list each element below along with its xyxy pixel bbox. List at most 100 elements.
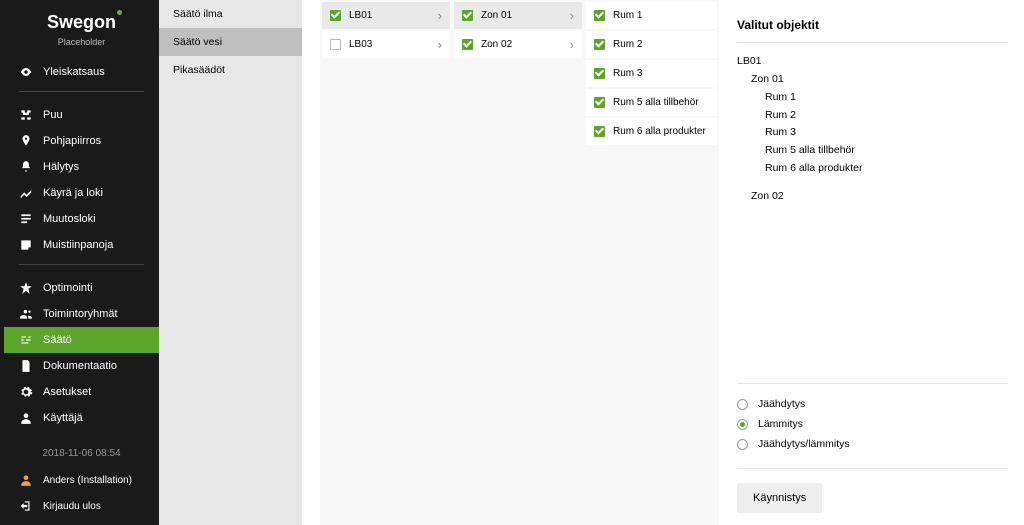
label: Zon 01 — [481, 10, 570, 21]
radio[interactable] — [737, 439, 748, 450]
tree-z02: Zon 02 — [737, 188, 1008, 206]
label: Lämmitys — [758, 418, 803, 430]
row-lb01[interactable]: LB01 › — [322, 2, 450, 29]
label: Rum 5 alla tillbehör — [613, 97, 709, 108]
gap — [302, 0, 320, 525]
menu-muistiinpanoja[interactable]: Muistiinpanoja — [4, 232, 159, 258]
brand-dot-icon — [117, 10, 122, 15]
logout-label: Kirjaudu ulos — [43, 501, 101, 512]
label: Optimointi — [43, 282, 93, 294]
row-rum3[interactable]: Rum 3 — [586, 60, 717, 87]
sub-menu: Säätö ilma Säätö vesi Pikasäädöt — [159, 0, 302, 525]
row-rum1[interactable]: Rum 1 — [586, 2, 717, 29]
column-1: LB01 › LB03 › — [320, 0, 452, 525]
label: Zon 02 — [481, 39, 570, 50]
note-icon — [19, 238, 33, 252]
label: Dokumentaatio — [43, 360, 117, 372]
start-button[interactable]: Käynnistys — [737, 483, 822, 513]
checkbox[interactable] — [330, 10, 341, 21]
bell-icon — [19, 160, 33, 174]
menu-puu[interactable]: Puu — [4, 102, 159, 128]
logout[interactable]: Kirjaudu ulos — [4, 493, 159, 519]
tree-r6: Rum 6 alla produkter — [737, 160, 1008, 178]
selected-tree: LB01 Zon 01 Rum 1 Rum 2 Rum 3 Rum 5 alla… — [737, 53, 1008, 383]
checkbox[interactable] — [594, 39, 605, 50]
brand-name: Swegon — [47, 12, 116, 32]
chevron-right-icon: › — [570, 37, 574, 52]
menu-asetukset[interactable]: Asetukset — [4, 379, 159, 405]
radio[interactable] — [737, 419, 748, 430]
label: Puu — [43, 109, 63, 121]
label: Jäähdytys/lämmitys — [758, 438, 850, 450]
user-icon — [19, 411, 33, 425]
mode-options: Jäähdytys Lämmitys Jäähdytys/lämmitys — [737, 383, 1008, 454]
row-rum5[interactable]: Rum 5 alla tillbehör — [586, 89, 717, 116]
star-icon — [19, 281, 33, 295]
current-user[interactable]: Anders (Installation) — [4, 467, 159, 493]
pin-icon — [19, 134, 33, 148]
label: Toimintoryhmät — [43, 308, 118, 320]
eye-icon — [19, 65, 33, 79]
brand-logo: Swegon — [47, 12, 116, 33]
chevron-right-icon: › — [438, 37, 442, 52]
checkbox[interactable] — [594, 126, 605, 137]
divider — [19, 91, 144, 92]
menu-yleiskatsaus[interactable]: Yleiskatsaus — [4, 59, 159, 85]
menu-saato[interactable]: Säätö — [4, 327, 159, 353]
sidebar: Swegon Placeholder Yleiskatsaus Puu Pohj… — [4, 0, 159, 525]
selected-title: Valitut objektit — [737, 18, 1008, 43]
menu-dokumentaatio[interactable]: Dokumentaatio — [4, 353, 159, 379]
log-icon — [19, 212, 33, 226]
label: Pohjapiirros — [43, 135, 101, 147]
radio[interactable] — [737, 399, 748, 410]
tree-r5: Rum 5 alla tillbehör — [737, 142, 1008, 160]
tree-icon — [19, 108, 33, 122]
sub-pikasaadot[interactable]: Pikasäädöt — [159, 56, 302, 84]
menu-muutosloki[interactable]: Muutosloki — [4, 206, 159, 232]
opt-both[interactable]: Jäähdytys/lämmitys — [737, 434, 1008, 454]
checkbox[interactable] — [330, 39, 341, 50]
row-rum6[interactable]: Rum 6 alla produkter — [586, 118, 717, 145]
tree-r3: Rum 3 — [737, 124, 1008, 142]
label: Rum 1 — [613, 10, 709, 21]
chevron-right-icon: › — [438, 8, 442, 23]
menu-kayra[interactable]: Käyrä ja loki — [4, 180, 159, 206]
label: Rum 6 alla produkter — [613, 126, 709, 137]
checkbox[interactable] — [594, 10, 605, 21]
divider — [19, 264, 144, 265]
menu-halytys[interactable]: Hälytys — [4, 154, 159, 180]
user-badge-icon — [19, 473, 33, 487]
right-panel: Valitut objektit LB01 Zon 01 Rum 1 Rum 2… — [719, 0, 1024, 525]
menu-optimointi[interactable]: Optimointi — [4, 275, 159, 301]
label: Rum 2 — [613, 39, 709, 50]
user-label: Anders (Installation) — [43, 475, 132, 486]
label: Hälytys — [43, 161, 79, 173]
label: Rum 3 — [613, 68, 709, 79]
sub-saato-ilma[interactable]: Säätö ilma — [159, 0, 302, 28]
checkbox[interactable] — [594, 97, 605, 108]
menu-toimintoryhmat[interactable]: Toimintoryhmät — [4, 301, 159, 327]
tree-z01: Zon 01 — [737, 71, 1008, 89]
logo-area: Swegon Placeholder — [4, 0, 159, 55]
row-rum2[interactable]: Rum 2 — [586, 31, 717, 58]
opt-heating[interactable]: Lämmitys — [737, 414, 1008, 434]
tree-lb01: LB01 — [737, 53, 1008, 71]
columns: LB01 › LB03 › Zon 01 › Zon 02 › — [320, 0, 1024, 525]
checkbox[interactable] — [462, 39, 473, 50]
menu-pohjapiirros[interactable]: Pohjapiirros — [4, 128, 159, 154]
label: LB01 — [349, 10, 438, 21]
row-zon02[interactable]: Zon 02 › — [454, 31, 582, 58]
row-zon01[interactable]: Zon 01 › — [454, 2, 582, 29]
brand-placeholder: Placeholder — [19, 37, 144, 47]
tree-r1: Rum 1 — [737, 89, 1008, 107]
checkbox[interactable] — [462, 10, 473, 21]
sub-saato-vesi[interactable]: Säätö vesi — [159, 28, 302, 56]
row-lb03[interactable]: LB03 › — [322, 31, 450, 58]
checkbox[interactable] — [594, 68, 605, 79]
menu-kayttaja[interactable]: Käyttäjä — [4, 405, 159, 431]
column-3: Rum 1 Rum 2 Rum 3 Rum 5 alla tillbehör R… — [584, 0, 719, 525]
opt-cooling[interactable]: Jäähdytys — [737, 394, 1008, 414]
label: Yleiskatsaus — [43, 66, 105, 78]
label: Käyttäjä — [43, 412, 83, 424]
chart-icon — [19, 186, 33, 200]
